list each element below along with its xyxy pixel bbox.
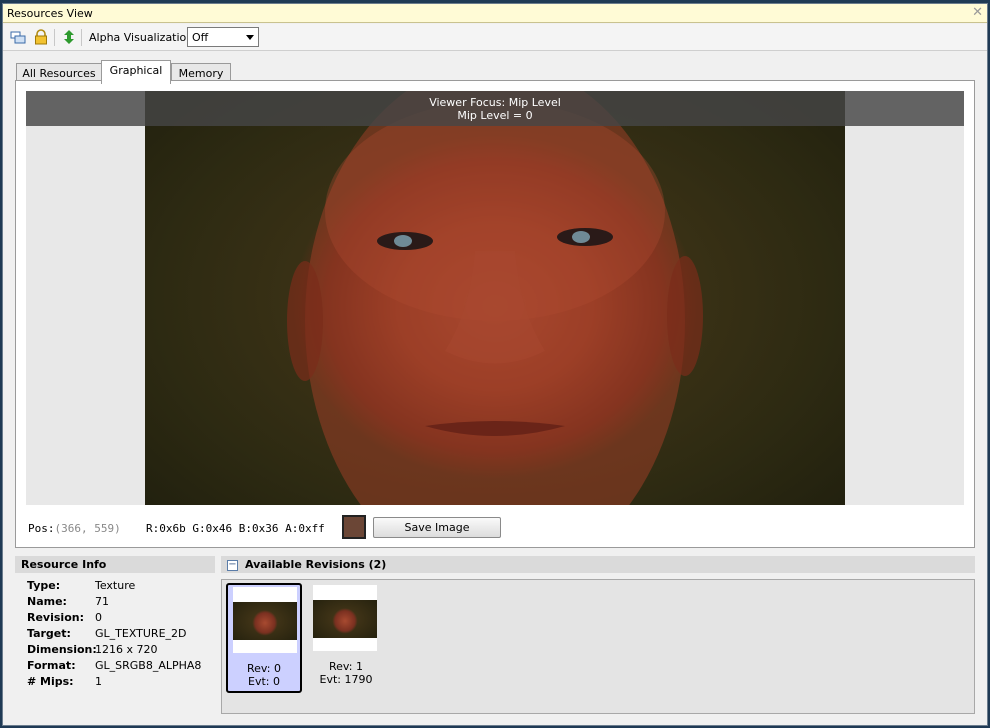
alpha-visualization-select[interactable]: Off <box>187 27 259 47</box>
revision-thumbnail <box>233 602 297 640</box>
resource-info-header: Resource Info <box>15 556 215 573</box>
alpha-select-value: Off <box>192 31 209 44</box>
tab-label: All Resources <box>22 67 96 80</box>
title-bar: Resources View ✕ <box>3 4 987 23</box>
toolbar-separator <box>81 29 82 46</box>
available-revisions-title: Available Revisions (2) <box>245 558 387 571</box>
face-render <box>287 91 703 505</box>
info-key: Target: <box>27 627 71 640</box>
close-icon[interactable]: ✕ <box>972 5 983 20</box>
revision-rev: Rev: 1 <box>328 660 364 673</box>
revisions-list: Rev: 0 Evt: 0 Rev: 1 Evt: 1790 <box>221 579 975 714</box>
toolbar-separator <box>54 29 55 46</box>
toolbar: Alpha Visualization: Off <box>3 24 987 51</box>
info-key: Revision: <box>27 611 84 624</box>
revision-thumbnail <box>313 600 377 638</box>
viewer-focus-label: Viewer Focus: Mip Level <box>429 96 561 109</box>
info-key: Format: <box>27 659 76 672</box>
graphical-panel: Viewer Focus: Mip Level Mip Level = 0 Po… <box>15 80 975 548</box>
texture-image[interactable] <box>145 91 845 505</box>
info-value: GL_TEXTURE_2D <box>95 627 187 640</box>
info-key: Type: <box>27 579 61 592</box>
tab-label: Graphical <box>109 64 163 77</box>
window-title: Resources View <box>7 7 93 20</box>
viewer-focus-overlay: Viewer Focus: Mip Level Mip Level = 0 <box>26 91 964 126</box>
revision-item-1[interactable]: Rev: 1 Evt: 1790 <box>308 583 384 693</box>
info-value: 1 <box>95 675 102 688</box>
resource-info-title: Resource Info <box>21 558 107 571</box>
tab-graphical[interactable]: Graphical <box>101 60 171 84</box>
lock-icon[interactable] <box>33 29 49 45</box>
revision-evt: Evt: 1790 <box>319 673 373 686</box>
collapse-icon[interactable]: − <box>227 560 238 571</box>
revision-evt: Evt: 0 <box>248 675 280 688</box>
mip-level-label: Mip Level = 0 <box>457 109 533 122</box>
info-value: 0 <box>95 611 102 624</box>
revision-item-0[interactable]: Rev: 0 Evt: 0 <box>226 583 302 693</box>
resources-view-window: Resources View ✕ Alpha Visualization: Of… <box>2 3 988 726</box>
save-image-button[interactable]: Save Image <box>373 517 501 538</box>
info-key: Name: <box>27 595 67 608</box>
info-value: 1216 x 720 <box>95 643 158 656</box>
tab-label: Memory <box>178 67 224 80</box>
info-value: Texture <box>95 579 136 592</box>
pos-label: Pos: <box>28 522 55 535</box>
pos-value: (366, 559) <box>54 522 121 535</box>
alpha-visualization-label: Alpha Visualization: <box>89 31 197 44</box>
available-revisions-header: Available Revisions (2) <box>221 556 975 573</box>
texture-viewer[interactable]: Viewer Focus: Mip Level Mip Level = 0 <box>26 91 964 505</box>
chevron-down-icon <box>246 35 254 40</box>
info-value: GL_SRGB8_ALPHA8 <box>95 659 202 672</box>
rgba-value: R:0x6b G:0x46 B:0x36 A:0xff <box>146 522 325 535</box>
info-key: # Mips: <box>27 675 74 688</box>
info-key: Dimension: <box>27 643 97 656</box>
refresh-icon[interactable] <box>61 29 77 45</box>
window-layout-icon[interactable] <box>10 29 26 45</box>
info-value: 71 <box>95 595 109 608</box>
color-swatch <box>342 515 366 539</box>
pixel-info: Pos:(366, 559) R:0x6b G:0x46 B:0x36 A:0x… <box>28 522 325 535</box>
revision-rev: Rev: 0 <box>246 662 282 675</box>
